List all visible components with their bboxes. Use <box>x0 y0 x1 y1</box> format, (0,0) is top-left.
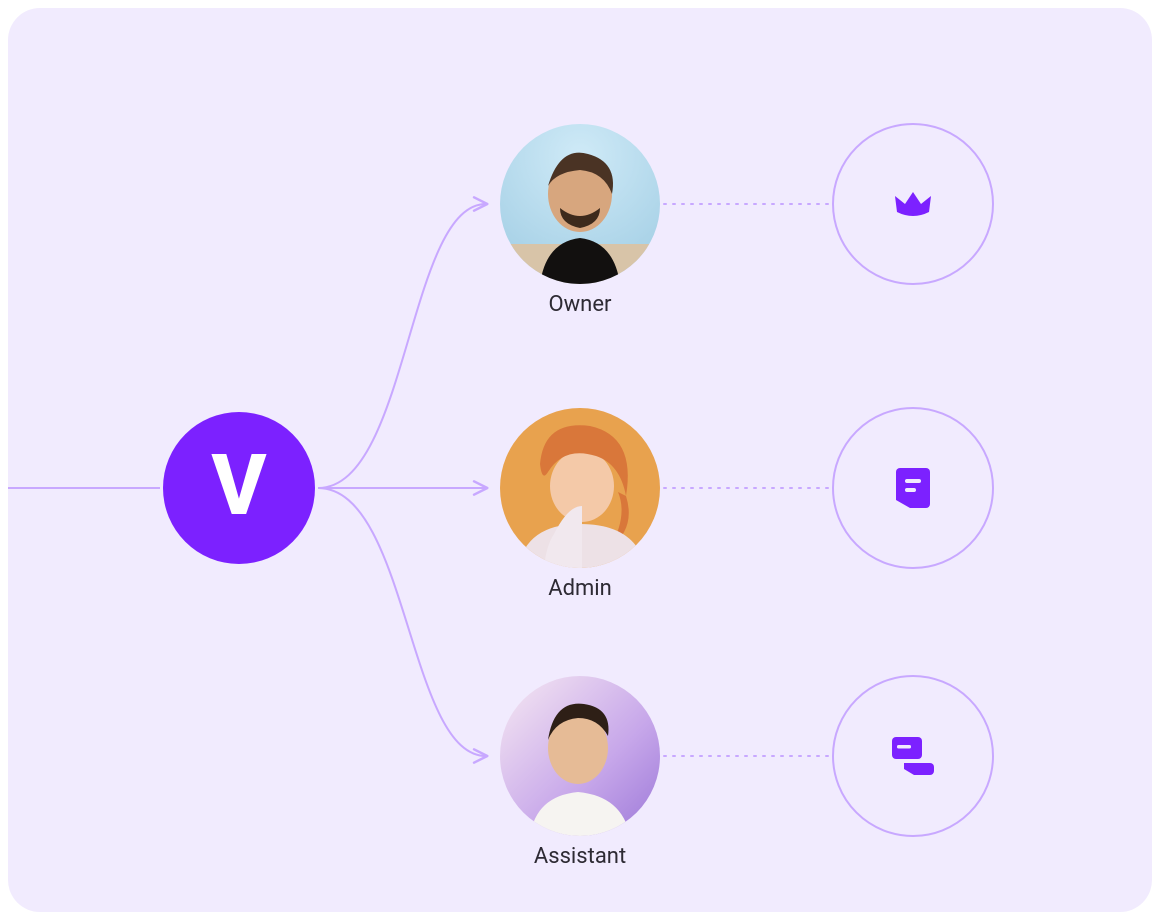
permission-circle <box>832 123 994 285</box>
role-assistant <box>500 676 660 836</box>
brand-letter: V <box>211 444 266 528</box>
permission-circle <box>832 675 994 837</box>
role-admin <box>500 408 660 568</box>
diagram-card: V Owner <box>8 8 1152 912</box>
cards-icon <box>892 737 934 775</box>
role-admin-label: Admin <box>500 576 660 601</box>
avatar-owner <box>500 124 660 284</box>
permission-circle <box>832 407 994 569</box>
role-assistant-label: Assistant <box>500 844 660 869</box>
avatar-assistant <box>500 676 660 836</box>
document-icon <box>896 468 930 508</box>
permission-assistant <box>832 675 994 837</box>
avatar-admin <box>500 408 660 568</box>
brand-node: V <box>163 412 315 564</box>
brand-logo: V <box>163 412 315 564</box>
crown-icon <box>891 182 935 226</box>
permission-owner <box>832 123 994 285</box>
role-owner <box>500 124 660 284</box>
role-owner-label: Owner <box>500 292 660 317</box>
permission-admin <box>832 407 994 569</box>
